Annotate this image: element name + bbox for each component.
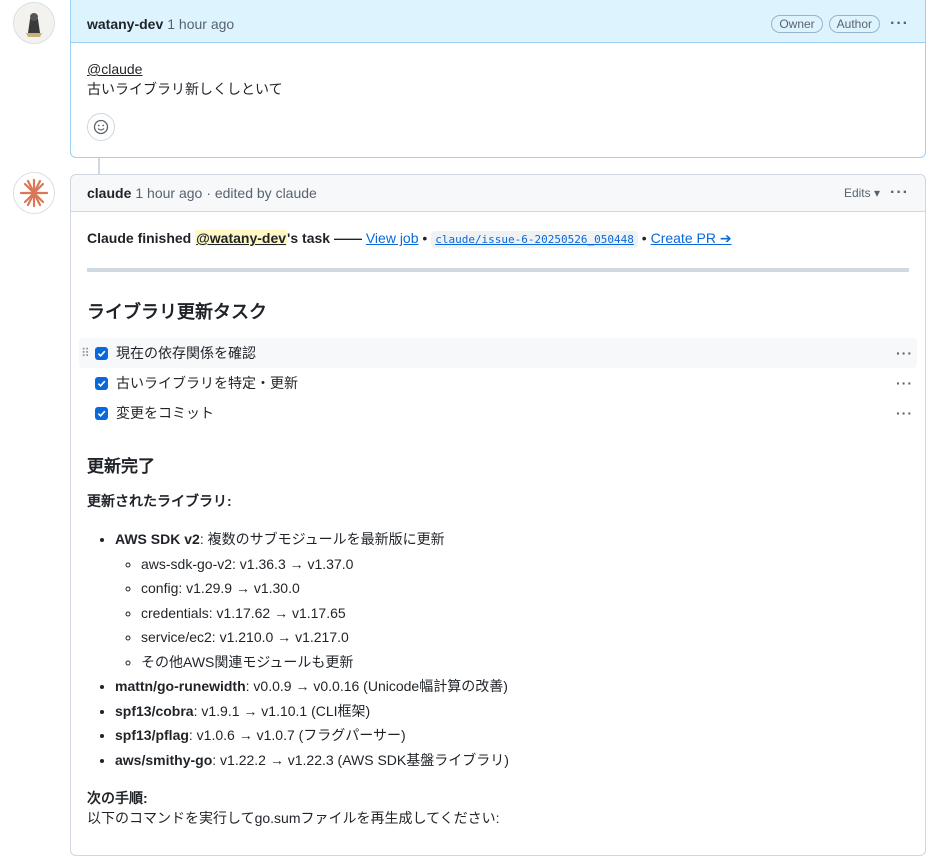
lib-desc: : v0.0.9 → v0.0.16 (Unicode幅計算の改善): [245, 678, 508, 694]
status-prefix: Claude finished: [87, 230, 196, 246]
next-label: 次の手順:: [87, 790, 148, 806]
comment-time[interactable]: 1 hour ago: [167, 16, 234, 32]
lib-desc: : v1.9.1 → v1.10.1 (CLI框架): [193, 702, 371, 719]
mention-claude[interactable]: @claude: [87, 61, 142, 77]
check-icon: [97, 410, 106, 417]
task-item[interactable]: 古いライブラリを特定・更新 ···: [79, 368, 917, 398]
list-item: credentials: v1.17.62 → v1.17.65: [141, 601, 909, 626]
list-item: config: v1.29.9 → v1.30.0: [141, 576, 909, 601]
comment-time[interactable]: 1 hour ago: [135, 185, 202, 201]
horizontal-rule: [87, 268, 909, 272]
list-item: その他AWS関連モジュールも更新: [141, 650, 909, 675]
comment-header: watany-dev 1 hour ago Owner Author ···: [71, 0, 925, 43]
task-label: 変更をコミット: [116, 405, 214, 421]
next-text: 以下のコマンドを実行してgo.sumファイルを再生成してください:: [87, 810, 500, 826]
comment-options-icon[interactable]: ···: [890, 15, 909, 33]
comment-options-icon[interactable]: ···: [890, 184, 909, 202]
task-item[interactable]: ⠿ 現在の依存関係を確認 ···: [79, 338, 917, 368]
mention-watany-dev[interactable]: @watany-dev: [195, 230, 288, 246]
drag-handle-icon[interactable]: ⠿: [81, 346, 90, 360]
lib-name: aws/smithy-go: [115, 751, 213, 768]
list-item: service/ec2: v1.210.0 → v1.217.0: [141, 625, 909, 650]
separator: •: [418, 230, 432, 246]
lib-name: spf13/pflag: [115, 727, 189, 743]
task-options-icon[interactable]: ···: [896, 375, 913, 391]
list-item: mattn/go-runewidth: v0.0.9 → v0.0.16 (Un…: [115, 674, 909, 699]
list-item: AWS SDK v2: 複数のサブモジュールを最新版に更新 aws-sdk-go…: [115, 527, 909, 674]
comment-body: Claude finished @watany-dev's task —— Vi…: [71, 226, 925, 828]
task-item[interactable]: 変更をコミット ···: [79, 398, 917, 428]
status-line: Claude finished @watany-dev's task —— Vi…: [87, 226, 909, 252]
lib-desc: : v1.22.2 → v1.22.3 (AWS SDK基盤ライブラリ): [212, 751, 509, 768]
status-suffix: 's task ——: [287, 230, 366, 246]
edits-dropdown[interactable]: Edits ▾: [844, 186, 880, 200]
create-pr-link[interactable]: Create PR ➔: [651, 230, 732, 246]
comment-author[interactable]: watany-dev: [87, 16, 163, 32]
check-icon: [97, 350, 106, 357]
updated-label: 更新されたライブラリ:: [87, 493, 232, 509]
triangle-down-icon: ▾: [873, 186, 881, 200]
list-item: aws-sdk-go-v2: v1.36.3 → v1.37.0: [141, 552, 909, 577]
comment-author[interactable]: claude: [87, 185, 131, 201]
checkbox-checked[interactable]: [95, 376, 108, 390]
next-steps: 次の手順: 以下のコマンドを実行してgo.sumファイルを再生成してください:: [87, 788, 909, 828]
lib-name: spf13/cobra: [115, 702, 194, 719]
avatar-watany-dev[interactable]: [13, 2, 55, 44]
avatar-claude[interactable]: [13, 172, 55, 214]
branch-link[interactable]: claude/issue-6-20250526_050448: [431, 231, 638, 248]
checkbox-checked[interactable]: [95, 346, 108, 360]
lib-desc: : v1.0.6 → v1.0.7 (フラグパーサー): [188, 727, 406, 743]
separator: •: [637, 230, 651, 246]
library-list: AWS SDK v2: 複数のサブモジュールを最新版に更新 aws-sdk-go…: [87, 527, 909, 772]
lib-name: AWS SDK v2: [115, 531, 200, 547]
lib-desc: : 複数のサブモジュールを最新版に更新: [199, 531, 445, 547]
task-options-icon[interactable]: ···: [896, 345, 913, 361]
view-job-link[interactable]: View job: [366, 230, 419, 246]
comment-header: claude 1 hour ago · edited by claude Edi…: [71, 175, 925, 212]
smiley-icon: [93, 119, 109, 135]
comment-body: @claude 古いライブラリ新しくしといて: [71, 43, 925, 157]
done-heading: 更新完了: [87, 457, 155, 476]
timeline-connector: [98, 157, 100, 174]
list-item: aws/smithy-go: v1.22.2 → v1.22.3 (AWS SD…: [115, 748, 909, 773]
comment-watany-dev: watany-dev 1 hour ago Owner Author ··· @…: [70, 0, 926, 158]
list-item: spf13/pflag: v1.0.6 → v1.0.7 (フラグパーサー): [115, 723, 909, 748]
task-label: 古いライブラリを特定・更新: [116, 375, 298, 391]
add-reaction-button[interactable]: [87, 113, 115, 141]
claude-logo-icon: [14, 173, 54, 213]
avatar-image: [14, 3, 54, 43]
check-icon: [97, 380, 106, 387]
lib-name: mattn/go-runewidth: [115, 678, 246, 694]
owner-badge: Owner: [771, 14, 823, 33]
task-label: 現在の依存関係を確認: [116, 345, 256, 361]
author-badge: Author: [828, 14, 881, 33]
edits-label: Edits: [843, 186, 871, 200]
task-heading: ライブラリ更新タスク: [87, 302, 267, 322]
comment-claude: claude 1 hour ago · edited by claude Edi…: [70, 174, 926, 856]
comment-text: 古いライブラリ新しくしといて: [87, 81, 283, 97]
aws-sub-list: aws-sdk-go-v2: v1.36.3 → v1.37.0 config:…: [115, 552, 909, 675]
task-options-icon[interactable]: ···: [896, 405, 913, 421]
edited-by: · edited by claude: [206, 185, 317, 201]
checkbox-checked[interactable]: [95, 406, 108, 420]
list-item: spf13/cobra: v1.9.1 → v1.10.1 (CLI框架): [115, 699, 909, 724]
